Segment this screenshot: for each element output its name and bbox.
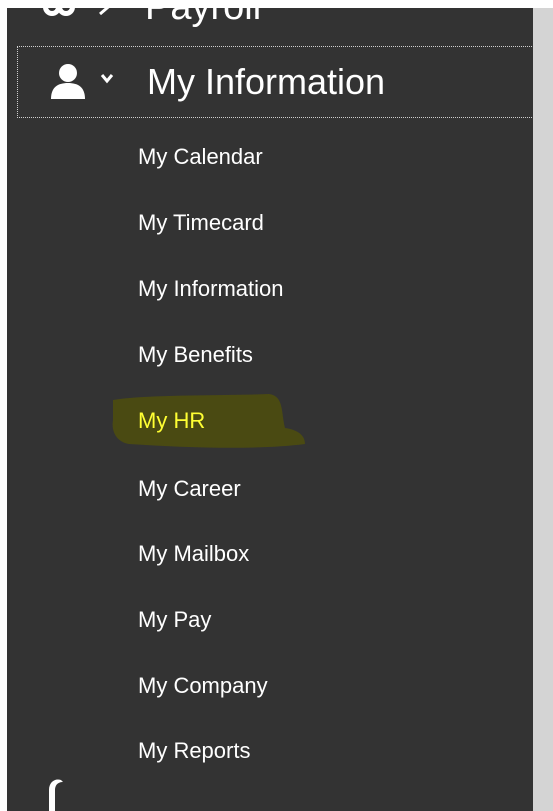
menu-item-my-career[interactable]: My Career <box>138 476 241 502</box>
sidebar-section-label: My Information <box>147 61 386 102</box>
sidebar-nav: Payroll My Information My Calendar My Ti… <box>7 0 533 811</box>
left-edge <box>0 0 7 811</box>
user-icon <box>51 64 85 99</box>
sidebar-section-my-information[interactable]: My Information <box>17 46 533 118</box>
menu-item-my-pay[interactable]: My Pay <box>138 607 211 633</box>
menu-item-my-information[interactable]: My Information <box>138 276 284 302</box>
menu-item-my-hr[interactable]: My HR <box>138 408 205 434</box>
sidebar-section-next[interactable] <box>7 776 533 811</box>
menu-item-my-reports[interactable]: My Reports <box>138 738 250 764</box>
menu-item-my-company[interactable]: My Company <box>138 673 268 699</box>
menu-item-my-mailbox[interactable]: My Mailbox <box>138 541 249 567</box>
top-edge <box>0 0 553 8</box>
menu-item-my-timecard[interactable]: My Timecard <box>138 210 264 236</box>
screenshot-frame: Payroll My Information My Calendar My Ti… <box>0 0 553 811</box>
menu-item-my-calendar[interactable]: My Calendar <box>138 144 263 170</box>
chevron-down-icon <box>100 74 114 84</box>
scrollbar-track[interactable] <box>533 0 553 811</box>
menu-item-my-benefits[interactable]: My Benefits <box>138 342 253 368</box>
section-icon <box>49 779 63 811</box>
